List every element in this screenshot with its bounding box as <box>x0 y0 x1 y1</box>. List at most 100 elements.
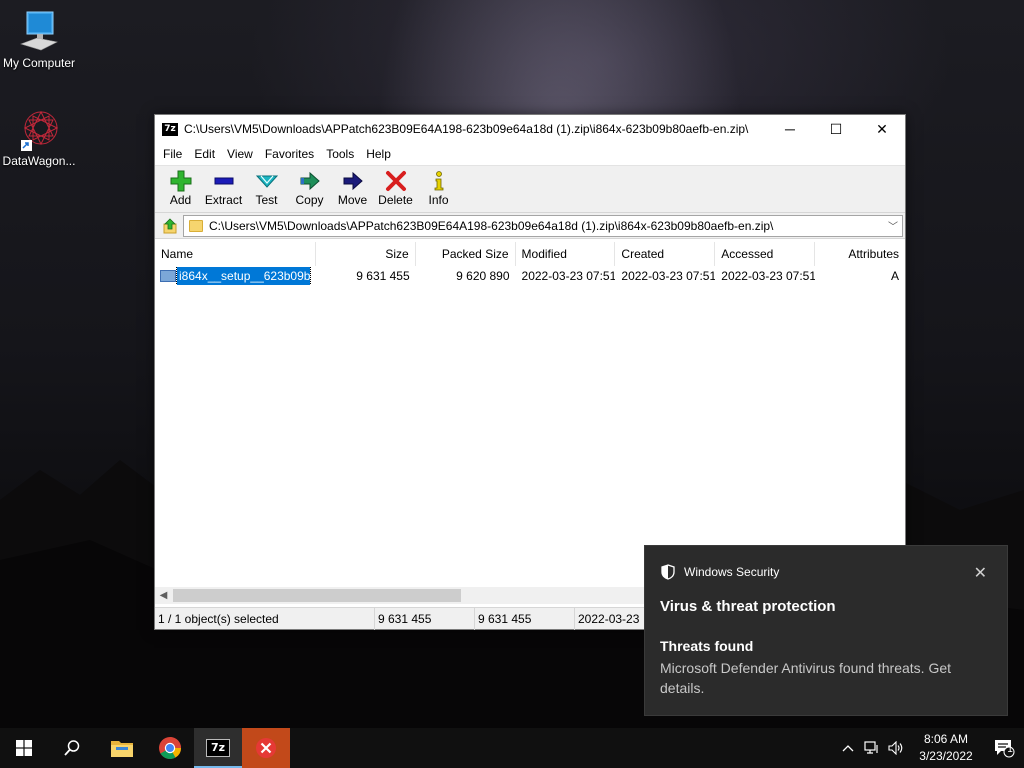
file-modified: 2022-03-23 07:51 <box>521 269 616 283</box>
column-packed-size[interactable]: Packed Size <box>416 242 516 266</box>
search-icon <box>64 740 80 756</box>
delete-label: Delete <box>378 193 413 207</box>
test-label: Test <box>255 193 278 207</box>
address-row: C:\Users\VM5\Downloads\APPatch623B09E64A… <box>155 213 905 239</box>
move-button[interactable]: Move <box>331 166 374 212</box>
maximize-button[interactable]: ☐ <box>813 115 859 143</box>
toast-header: Windows Security <box>660 564 779 580</box>
taskbar: 7z 8:06 AM 3/23/2022 1 <box>0 728 1024 768</box>
folder-icon <box>189 219 203 232</box>
window-title: C:\Users\VM5\Downloads\APPatch623B09E64A… <box>184 122 749 136</box>
menu-edit[interactable]: Edit <box>188 147 221 161</box>
menu-bar: File Edit View Favorites Tools Help <box>155 143 905 165</box>
start-button[interactable] <box>0 728 48 768</box>
error-icon <box>256 738 276 758</box>
toast-body: Microsoft Defender Antivirus found threa… <box>660 660 952 696</box>
file-icon <box>160 270 176 282</box>
7zip-logo-icon: 7z <box>162 122 178 136</box>
up-folder-button[interactable] <box>157 215 183 237</box>
toast-close-button[interactable]: ✕ <box>974 563 987 583</box>
column-modified[interactable]: Modified <box>516 242 616 266</box>
test-icon <box>255 175 278 188</box>
monitor-icon <box>19 10 59 54</box>
column-name[interactable]: Name <box>155 242 316 266</box>
copy-icon <box>300 171 320 191</box>
desktop-icon-datawagon[interactable]: DataWagon... <box>0 108 79 168</box>
column-size[interactable]: Size <box>316 242 416 266</box>
7zip-icon: 7z <box>206 739 230 757</box>
scroll-left-icon[interactable]: ◀ <box>155 587 172 604</box>
notification-count: 1 <box>1007 744 1013 755</box>
toast-subtitle: Threats found <box>660 638 754 654</box>
extract-label: Extract <box>204 193 243 207</box>
search-button[interactable] <box>48 728 96 768</box>
desktop-icon-my-computer[interactable]: My Computer <box>0 10 79 70</box>
move-icon <box>343 171 363 191</box>
clock-date: 3/23/2022 <box>919 749 973 763</box>
network-icon[interactable] <box>860 728 884 768</box>
column-created[interactable]: Created <box>615 242 716 266</box>
notification-center-button[interactable]: 1 <box>984 728 1024 768</box>
column-accessed[interactable]: Accessed <box>715 242 816 266</box>
file-list[interactable]: Name Size Packed Size Modified Created A… <box>155 242 905 587</box>
taskbar-error-app[interactable] <box>242 728 290 768</box>
taskbar-chrome[interactable] <box>146 728 194 768</box>
file-name: i864x__setup__623b09b7... <box>176 267 311 285</box>
windows-logo-icon <box>16 740 32 756</box>
test-button[interactable]: Test <box>245 166 288 212</box>
close-button[interactable]: ✕ <box>859 115 905 143</box>
file-created: 2022-03-23 07:51 <box>621 269 716 283</box>
address-path: C:\Users\VM5\Downloads\APPatch623B09E64A… <box>209 218 774 233</box>
add-button[interactable]: Add <box>159 166 202 212</box>
menu-view[interactable]: View <box>221 147 259 161</box>
info-button[interactable]: Info <box>417 166 460 212</box>
delete-icon <box>385 171 406 191</box>
volume-icon[interactable] <box>884 728 908 768</box>
up-arrow-icon <box>163 217 177 233</box>
status-selection: 1 / 1 object(s) selected <box>155 607 375 630</box>
chrome-icon <box>159 737 181 759</box>
desktop-icon-label: My Computer <box>2 56 76 70</box>
toolbar: Add Extract Test Copy Move Delete Info <box>155 165 905 213</box>
minimize-button[interactable]: ─ <box>767 115 813 143</box>
file-packed-size: 9 620 890 <box>456 269 510 283</box>
desktop-icon-label: DataWagon... <box>2 154 76 168</box>
address-bar[interactable]: C:\Users\VM5\Downloads\APPatch623B09E64A… <box>183 214 903 237</box>
column-headers: Name Size Packed Size Modified Created A… <box>155 242 905 266</box>
file-name-cell[interactable]: i864x__setup__623b09b7... <box>155 267 316 285</box>
menu-favorites[interactable]: Favorites <box>259 147 320 161</box>
security-notification[interactable]: Windows Security ✕ Virus & threat protec… <box>644 545 1008 716</box>
clock-time: 8:06 AM <box>923 732 969 746</box>
extract-button[interactable]: Extract <box>202 166 245 212</box>
copy-button[interactable]: Copy <box>288 166 331 212</box>
window-titlebar[interactable]: 7z C:\Users\VM5\Downloads\APPatch623B09E… <box>155 115 905 143</box>
file-size: 9 631 455 <box>356 269 410 283</box>
move-label: Move <box>337 193 368 207</box>
taskbar-7zip[interactable]: 7z <box>194 728 242 768</box>
menu-tools[interactable]: Tools <box>320 147 360 161</box>
system-tray: 8:06 AM 3/23/2022 1 <box>836 728 1024 768</box>
file-attributes: A <box>891 269 900 283</box>
menu-help[interactable]: Help <box>360 147 397 161</box>
status-date: 2022-03-23 07:51 <box>578 611 643 626</box>
add-label: Add <box>169 193 192 207</box>
datawagon-icon <box>19 108 59 152</box>
system-clock[interactable]: 8:06 AM 3/23/2022 <box>908 731 984 765</box>
shield-icon <box>661 564 675 580</box>
toast-title: Virus & threat protection <box>660 598 836 615</box>
add-icon <box>170 170 191 192</box>
chevron-up-icon[interactable] <box>836 728 860 768</box>
extract-icon <box>214 177 233 185</box>
delete-button[interactable]: Delete <box>374 166 417 212</box>
info-label: Info <box>428 193 449 207</box>
taskbar-file-explorer[interactable] <box>98 728 146 768</box>
info-icon <box>434 171 443 191</box>
scroll-thumb[interactable] <box>173 589 461 602</box>
menu-file[interactable]: File <box>157 147 188 161</box>
toast-app-name: Windows Security <box>684 565 780 579</box>
chevron-down-icon[interactable]: ﹀ <box>884 218 902 233</box>
column-attributes[interactable]: Attributes <box>815 242 905 266</box>
copy-label: Copy <box>295 193 324 207</box>
status-size: 9 631 455 <box>375 607 475 630</box>
table-row[interactable]: i864x__setup__623b09b7... 9 631 455 9 62… <box>155 267 905 285</box>
